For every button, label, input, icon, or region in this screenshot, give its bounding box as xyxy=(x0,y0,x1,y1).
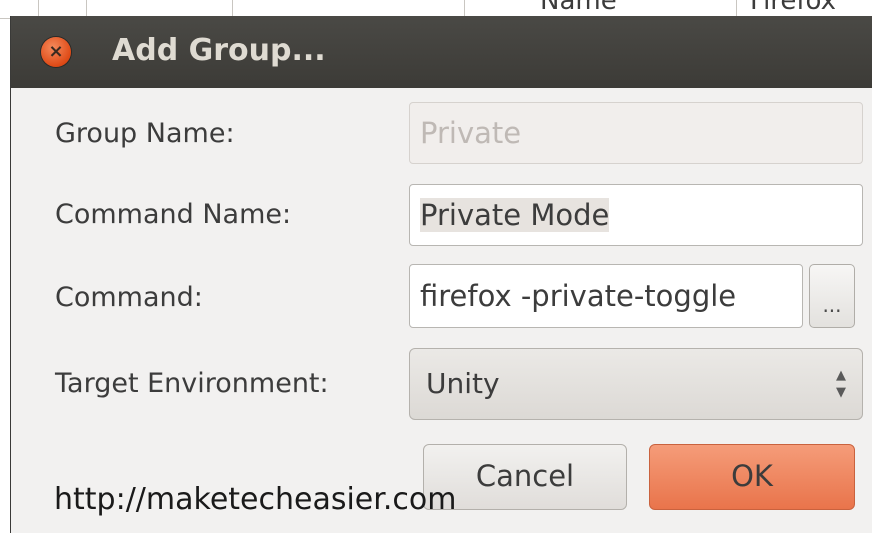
group-name-field: Private xyxy=(409,102,863,164)
add-group-dialog: × Add Group... Group Name: Private Comma… xyxy=(10,16,872,533)
dialog-titlebar: × Add Group... xyxy=(11,16,872,88)
target-environment-select[interactable]: Unity ▲ ▼ xyxy=(409,348,863,420)
group-name-placeholder: Private xyxy=(420,116,522,150)
updown-arrows-icon: ▲ ▼ xyxy=(836,368,846,400)
browse-button-label: ... xyxy=(822,293,842,317)
command-field[interactable]: firefox -private-toggle xyxy=(409,264,803,328)
command-name-field[interactable]: Private Mode xyxy=(409,184,863,246)
command-name-label: Command Name: xyxy=(55,199,292,230)
ok-button[interactable]: OK xyxy=(649,444,855,510)
browse-button[interactable]: ... xyxy=(809,264,855,328)
column-header-firefox[interactable]: Firefox xyxy=(750,0,836,16)
close-button[interactable]: × xyxy=(41,37,71,67)
command-name-value: Private Mode xyxy=(420,198,610,232)
target-environment-label: Target Environment: xyxy=(55,368,329,399)
target-environment-value: Unity xyxy=(426,367,500,400)
command-label: Command: xyxy=(55,282,203,313)
column-header-name[interactable]: Name xyxy=(540,0,617,16)
watermark-url: http://maketecheasier.com xyxy=(54,482,457,517)
dialog-title: Add Group... xyxy=(112,33,326,68)
command-value: firefox -private-toggle xyxy=(420,279,737,313)
group-name-label: Group Name: xyxy=(55,118,235,149)
close-icon: × xyxy=(48,41,64,62)
cancel-button-label: Cancel xyxy=(475,459,575,493)
ok-button-label: OK xyxy=(731,459,773,493)
